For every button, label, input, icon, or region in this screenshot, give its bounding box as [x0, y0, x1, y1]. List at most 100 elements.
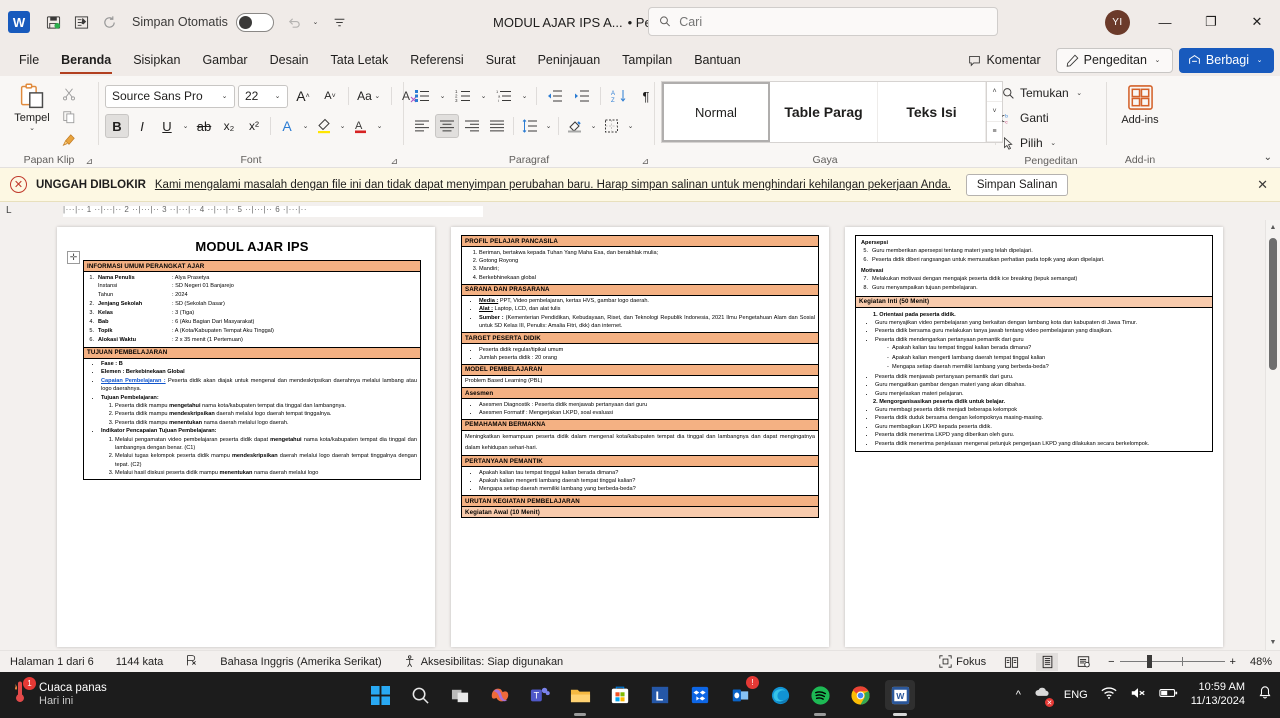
zoom-in-button[interactable]: + — [1230, 656, 1236, 668]
borders-chevron-icon[interactable]: ⌄ — [625, 122, 636, 130]
tab-gambar[interactable]: Gambar — [191, 46, 258, 74]
page-indicator[interactable]: Halaman 1 dari 6 — [10, 656, 94, 668]
microsoft-store-app[interactable] — [605, 680, 635, 710]
undo-icon[interactable] — [282, 9, 308, 35]
paste-chevron-icon[interactable]: ⌄ — [27, 124, 38, 132]
autosave-toggle[interactable]: Simpan Otomatis — [132, 12, 274, 32]
change-case-button[interactable]: Aa ⌄ — [355, 84, 385, 108]
word-count[interactable]: 1144 kata — [116, 656, 164, 668]
tab-stop-selector[interactable]: L — [6, 205, 12, 216]
font-family-chevron-icon[interactable]: ⌄ — [219, 92, 230, 100]
table-move-handle[interactable]: ✛ — [67, 251, 80, 264]
zoom-track[interactable] — [1119, 655, 1225, 668]
highlight-chevron-icon[interactable]: ⌄ — [337, 122, 348, 130]
cut-button[interactable] — [58, 83, 80, 104]
minimize-button[interactable]: — — [1142, 0, 1188, 44]
bullets-button[interactable] — [410, 84, 434, 108]
task-view-button[interactable] — [445, 680, 475, 710]
font-dialog-launcher[interactable]: ⊿ — [390, 156, 398, 167]
focus-button[interactable]: Fokus — [939, 655, 986, 668]
subscript-button[interactable]: x₂ — [217, 114, 241, 138]
zoom-slider[interactable]: − + — [1108, 655, 1236, 668]
search-box[interactable] — [648, 7, 998, 36]
line-spacing-chevron-icon[interactable]: ⌄ — [543, 122, 554, 130]
read-mode-button[interactable] — [1000, 653, 1022, 671]
font-color-chevron-icon[interactable]: ⌄ — [374, 122, 385, 130]
borders-button[interactable] — [600, 114, 624, 138]
volume-muted-icon[interactable] — [1130, 686, 1146, 705]
text-effects-chevron-icon[interactable]: ⌄ — [300, 122, 311, 130]
font-family-combo[interactable]: Source Sans Pro ⌄ — [105, 84, 235, 108]
tray-overflow-button[interactable]: ^ — [1016, 689, 1021, 701]
sort-button[interactable]: AZ — [607, 84, 631, 108]
shading-button[interactable] — [563, 114, 587, 138]
close-button[interactable]: ✕ — [1234, 0, 1280, 44]
find-button[interactable]: Temukan ⌄ — [1002, 82, 1085, 104]
zoom-out-button[interactable]: − — [1108, 656, 1114, 668]
decrease-indent-button[interactable] — [543, 84, 567, 108]
onedrive-error-icon[interactable]: ✕ — [1034, 685, 1054, 707]
tab-beranda[interactable]: Beranda — [50, 46, 122, 74]
teams-app[interactable]: T — [525, 680, 555, 710]
copy-button[interactable] — [58, 106, 80, 127]
spotify-app[interactable] — [805, 680, 835, 710]
outlook-app[interactable]: ! — [725, 676, 759, 710]
numbering-chevron-icon[interactable]: ⌄ — [478, 92, 489, 100]
search-input[interactable] — [679, 14, 987, 29]
align-right-button[interactable] — [460, 114, 484, 138]
italic-button[interactable]: I — [130, 114, 154, 138]
style-table-parag[interactable]: Table Parag — [770, 82, 878, 142]
tab-bantuan[interactable]: Bantuan — [683, 46, 752, 74]
font-color-button[interactable]: A — [349, 114, 373, 138]
file-explorer-app[interactable] — [565, 680, 595, 710]
tab-peninjauan[interactable]: Peninjauan — [527, 46, 612, 74]
comment-button[interactable]: Komentar — [959, 48, 1049, 73]
editing-button[interactable]: Pengeditan ⌄ — [1055, 47, 1173, 73]
select-button[interactable]: Pilih ⌄ — [1002, 132, 1059, 154]
bold-button[interactable]: B — [105, 114, 129, 138]
tab-tata-letak[interactable]: Tata Letak — [320, 46, 400, 74]
chevron-down-icon[interactable]: ⌄ — [1152, 56, 1163, 64]
share-button[interactable]: Berbagi ⌄ — [1178, 47, 1274, 73]
tab-surat[interactable]: Surat — [475, 46, 527, 74]
battery-icon[interactable] — [1159, 686, 1178, 704]
language-indicator[interactable]: ENG — [1064, 689, 1088, 701]
avatar[interactable]: YI — [1105, 10, 1130, 35]
refresh-icon[interactable] — [96, 9, 122, 35]
paste-button[interactable]: Tempel ⌄ — [6, 79, 58, 132]
highlight-button[interactable] — [312, 114, 336, 138]
share-chevron-icon[interactable]: ⌄ — [1254, 56, 1265, 64]
underline-chevron-icon[interactable]: ⌄ — [180, 122, 191, 130]
numbering-button[interactable]: 123 — [451, 84, 475, 108]
restore-button[interactable]: ❐ — [1188, 0, 1234, 44]
replace-button[interactable]: bc Ganti — [1002, 107, 1049, 129]
style-normal[interactable]: Normal — [662, 82, 770, 142]
format-painter-button[interactable] — [58, 129, 80, 150]
word-app[interactable]: W — [885, 680, 915, 710]
shrink-font-button[interactable]: A ˅ — [318, 84, 342, 108]
underline-button[interactable]: U — [155, 114, 179, 138]
tab-desain[interactable]: Desain — [259, 46, 320, 74]
multilevel-list-button[interactable]: 1ai — [492, 84, 516, 108]
dropbox-app[interactable] — [685, 680, 715, 710]
clock[interactable]: 10:59 AM 11/13/2024 — [1191, 681, 1245, 709]
tab-sisipkan[interactable]: Sisipkan — [122, 46, 191, 74]
find-chevron-icon[interactable]: ⌄ — [1074, 89, 1085, 97]
scroll-up-icon[interactable]: ▲ — [1266, 220, 1280, 235]
add-ins-button[interactable]: Add-ins — [1113, 79, 1167, 126]
chrome-app[interactable] — [845, 680, 875, 710]
web-layout-button[interactable] — [1072, 653, 1094, 671]
zoom-knob[interactable] — [1146, 655, 1152, 668]
styles-gallery[interactable]: Normal Table Parag Teks Isi ˄ ˅ ≡ — [661, 81, 1003, 143]
save-icon[interactable] — [40, 9, 66, 35]
edge-app[interactable] — [765, 680, 795, 710]
search-button[interactable] — [405, 680, 435, 710]
page-2[interactable]: PROFIL PELAJAR PANCASILA Beriman, bertak… — [451, 227, 829, 647]
tab-tampilan[interactable]: Tampilan — [611, 46, 683, 74]
font-size-combo[interactable]: 22 ⌄ — [238, 84, 288, 108]
document-canvas[interactable]: ✛ MODUL AJAR IPS INFORMASI UMUM PERANGKA… — [0, 220, 1280, 650]
print-layout-button[interactable] — [1036, 652, 1059, 671]
text-effects-button[interactable]: A — [275, 114, 299, 138]
zoom-level[interactable]: 48% — [1250, 656, 1272, 668]
clipboard-dialog-launcher[interactable]: ⊿ — [85, 156, 93, 167]
